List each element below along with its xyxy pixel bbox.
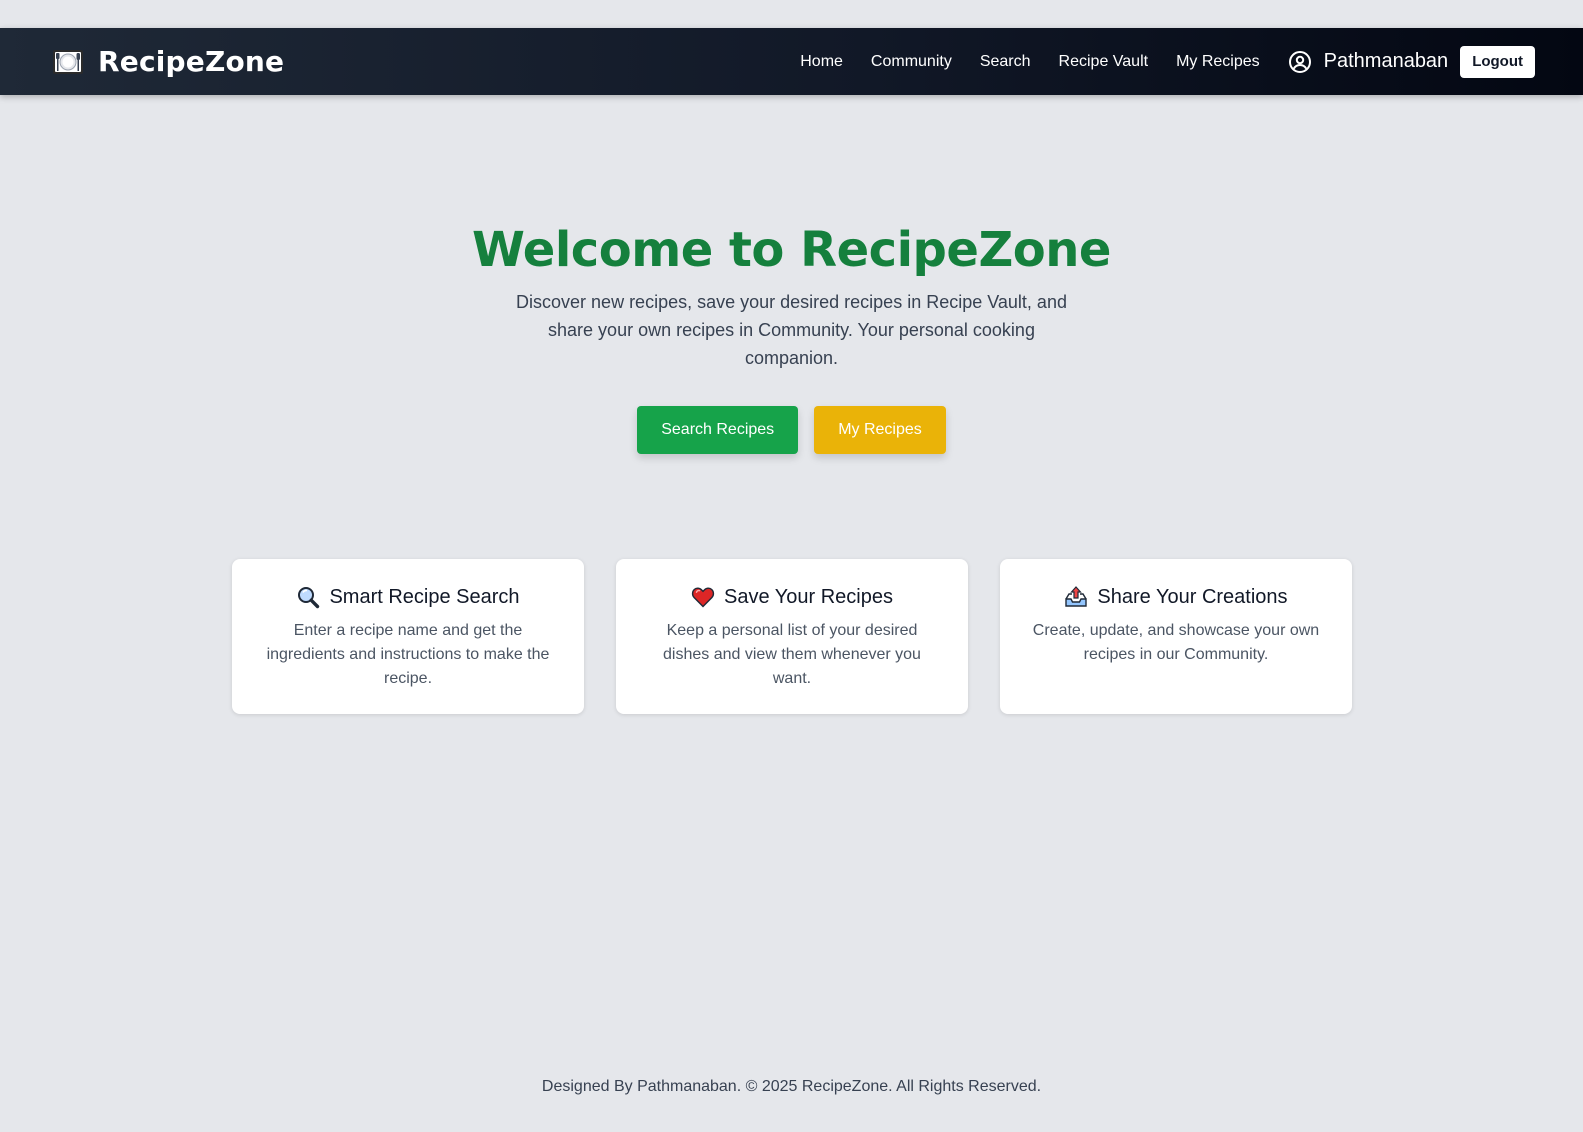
hero-title: Welcome to RecipeZone <box>472 222 1111 278</box>
nav-link-search[interactable]: Search <box>980 53 1031 71</box>
nav-link-community[interactable]: Community <box>871 53 952 71</box>
feature-description: Create, update, and showcase your own re… <box>1032 622 1320 663</box>
nav-links: Home Community Search Recipe Vault My Re… <box>800 45 1535 78</box>
feature-title: Save Your Recipes <box>723 585 893 608</box>
search-recipes-button[interactable]: Search Recipes <box>637 406 799 454</box>
heart-icon <box>691 585 715 609</box>
nav-link-recipe-vault[interactable]: Recipe Vault <box>1059 53 1149 71</box>
feature-card-header: Save Your Recipes <box>644 585 940 609</box>
features-section: Smart Recipe Search Enter a recipe name … <box>232 559 1352 714</box>
magnifier-icon <box>296 585 320 609</box>
feature-title: Share Your Creations <box>1097 585 1288 608</box>
user-name: Pathmanaban <box>1323 50 1449 72</box>
feature-card-search: Smart Recipe Search Enter a recipe name … <box>232 559 584 714</box>
outbox-tray-icon <box>1064 585 1088 609</box>
brand-name: RecipeZone <box>98 45 285 78</box>
brand[interactable]: RecipeZone <box>52 45 284 78</box>
footer-text: Designed By Pathmanaban. © 2025 RecipeZo… <box>541 1078 1042 1095</box>
user-circle-icon <box>1288 50 1312 74</box>
feature-card-save: Save Your Recipes Keep a personal list o… <box>616 559 968 714</box>
hero-buttons: Search Recipes My Recipes <box>0 406 1583 454</box>
navbar: RecipeZone Home Community Search Recipe … <box>0 28 1583 95</box>
logout-button[interactable]: Logout <box>1460 45 1535 78</box>
feature-title: Smart Recipe Search <box>329 585 520 608</box>
plate-cutlery-icon <box>52 46 84 78</box>
feature-card-share: Share Your Creations Create, update, and… <box>1000 559 1352 714</box>
feature-card-header: Smart Recipe Search <box>260 585 556 609</box>
nav-link-home[interactable]: Home <box>800 53 843 71</box>
nav-link-my-recipes[interactable]: My Recipes <box>1176 53 1260 71</box>
feature-description: Keep a personal list of your desired dis… <box>663 622 921 687</box>
user-profile[interactable]: Pathmanaban <box>1288 50 1449 74</box>
footer: Designed By Pathmanaban. © 2025 RecipeZo… <box>0 1078 1583 1096</box>
hero-subtitle: Discover new recipes, save your desired … <box>516 292 1067 368</box>
feature-description: Enter a recipe name and get the ingredie… <box>266 622 550 687</box>
my-recipes-button[interactable]: My Recipes <box>814 406 946 454</box>
page: RecipeZone Home Community Search Recipe … <box>0 0 1583 1132</box>
hero-section: Welcome to RecipeZone Discover new recip… <box>0 222 1583 454</box>
feature-card-header: Share Your Creations <box>1028 585 1324 609</box>
